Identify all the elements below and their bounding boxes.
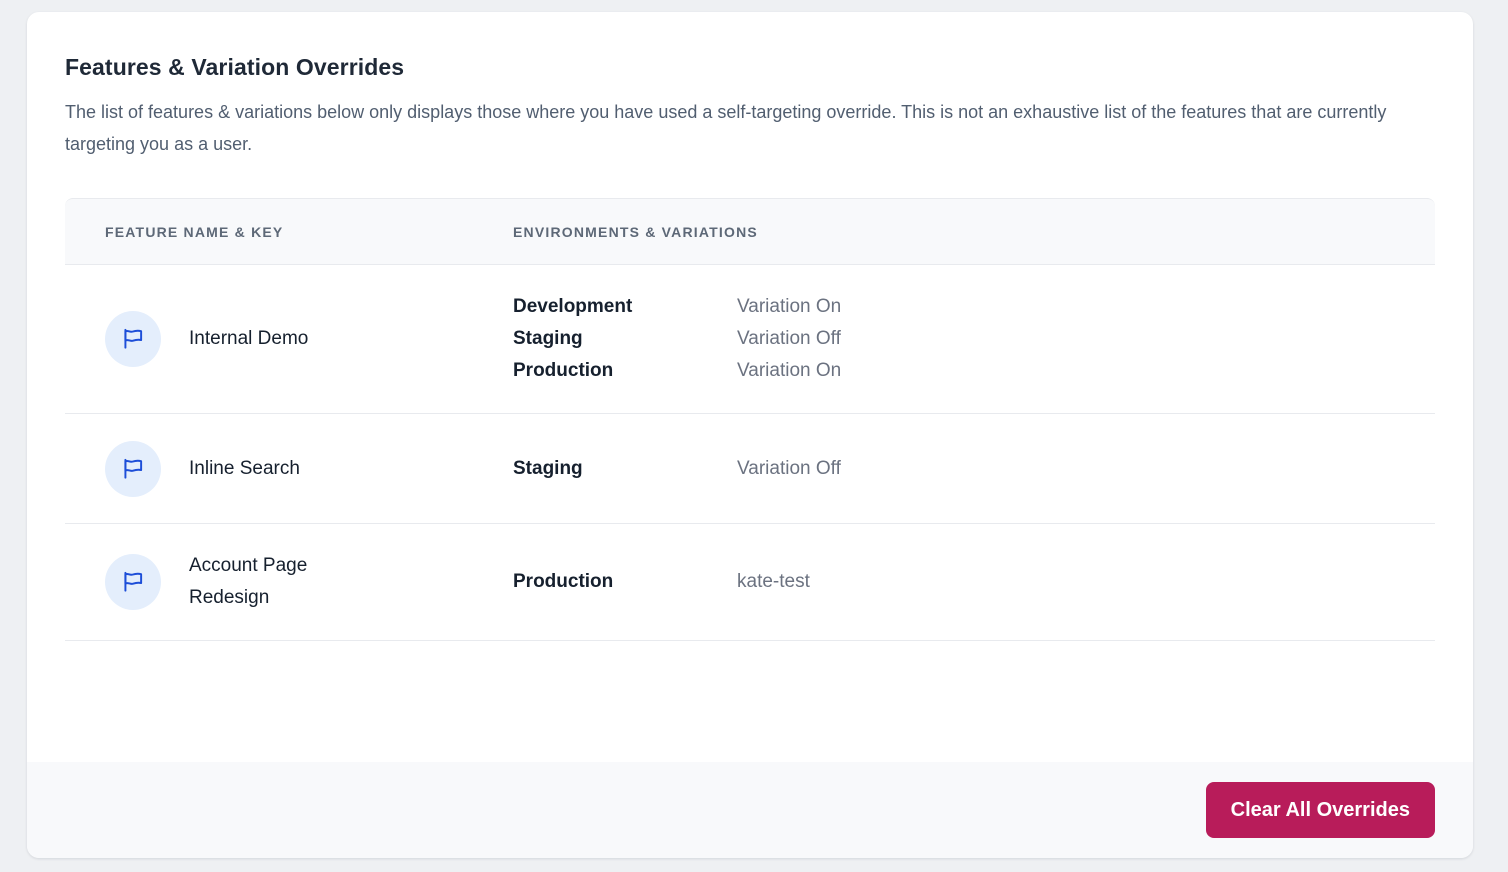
environment-line: Staging Variation Off	[513, 453, 841, 485]
variation-value: Variation Off	[737, 453, 841, 485]
environment-line: Production kate-test	[513, 566, 810, 598]
feature-name: Inline Search	[189, 453, 300, 485]
variation-value: Variation Off	[737, 323, 841, 355]
variation-value: Variation On	[737, 291, 841, 323]
environments-cell: Production kate-test	[513, 566, 810, 598]
environment-line: Development Variation On	[513, 291, 841, 323]
flag-icon	[105, 311, 161, 367]
column-header-environments-variations: ENVIRONMENTS & VARIATIONS	[513, 224, 758, 240]
environments-cell: Staging Variation Off	[513, 453, 841, 485]
flag-icon	[105, 441, 161, 497]
environment-line: Production Variation On	[513, 355, 841, 387]
environment-line: Staging Variation Off	[513, 323, 841, 355]
feature-cell: Internal Demo	[105, 311, 513, 367]
flag-icon	[105, 554, 161, 610]
table-row: Internal Demo Development Variation On S…	[65, 265, 1435, 414]
card-footer: Clear All Overrides	[27, 762, 1473, 858]
table-header-row: FEATURE NAME & KEY ENVIRONMENTS & VARIAT…	[65, 198, 1435, 265]
environment-name: Development	[513, 291, 737, 323]
variation-value: Variation On	[737, 355, 841, 387]
feature-name: Account Page Redesign	[189, 550, 359, 614]
page-title: Features & Variation Overrides	[65, 54, 1435, 81]
environment-name: Staging	[513, 323, 737, 355]
table-row: Inline Search Staging Variation Off	[65, 414, 1435, 524]
column-header-feature-name-key: FEATURE NAME & KEY	[105, 224, 513, 240]
environment-name: Staging	[513, 453, 737, 485]
variation-value: kate-test	[737, 566, 810, 598]
card-content: Features & Variation Overrides The list …	[27, 12, 1473, 641]
feature-name: Internal Demo	[189, 323, 308, 355]
feature-cell: Inline Search	[105, 441, 513, 497]
table-row: Account Page Redesign Production kate-te…	[65, 524, 1435, 641]
environment-name: Production	[513, 355, 737, 387]
overrides-card: Features & Variation Overrides The list …	[27, 12, 1473, 858]
overrides-table: FEATURE NAME & KEY ENVIRONMENTS & VARIAT…	[65, 198, 1435, 641]
page-description: The list of features & variations below …	[65, 96, 1415, 160]
environments-cell: Development Variation On Staging Variati…	[513, 291, 841, 387]
clear-all-overrides-button[interactable]: Clear All Overrides	[1206, 782, 1435, 838]
environment-name: Production	[513, 566, 737, 598]
feature-cell: Account Page Redesign	[105, 550, 513, 614]
